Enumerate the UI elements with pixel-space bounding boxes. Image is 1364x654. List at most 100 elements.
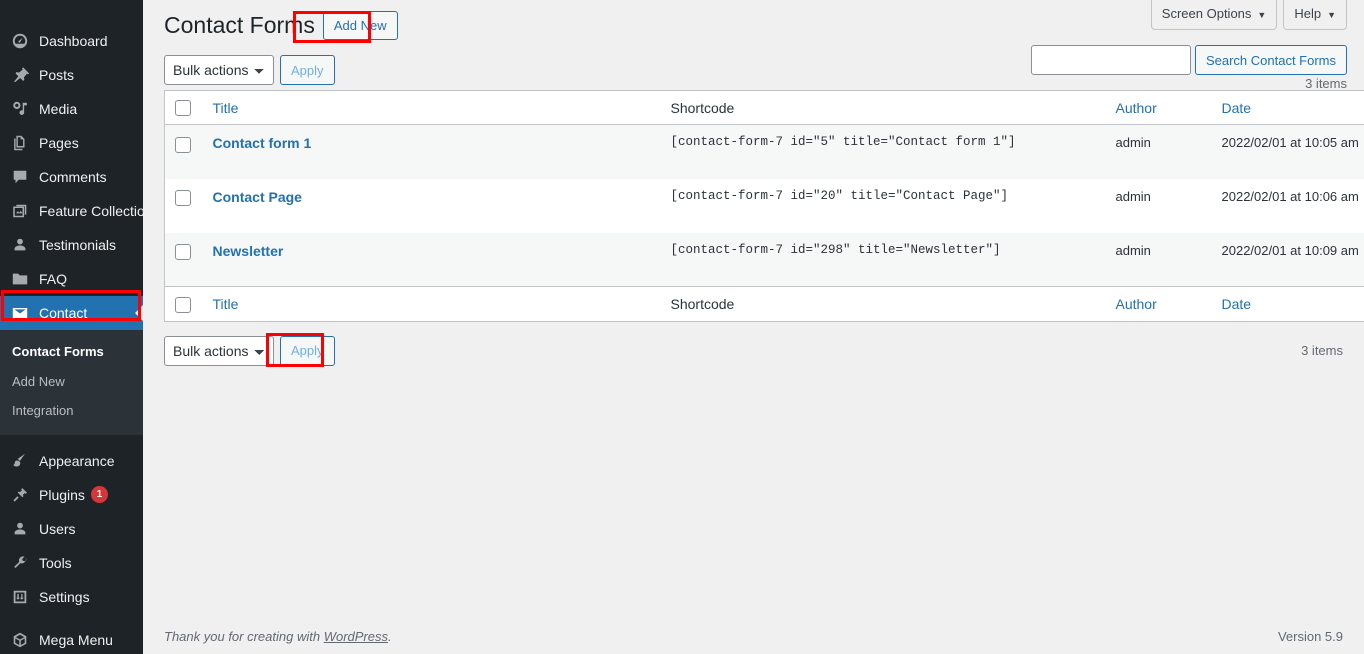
row-select-cell (165, 179, 203, 233)
row-checkbox[interactable] (175, 137, 191, 153)
column-footer-title[interactable]: Title (203, 287, 661, 321)
sidebar-item-faq[interactable]: FAQ (0, 262, 143, 296)
sidebar-item-label: Dashboard (39, 34, 108, 48)
sidebar-menu-bottom: Mega MenuCollapse menu (0, 623, 143, 654)
column-header-date[interactable]: Date (1212, 91, 1364, 125)
cell-shortcode[interactable]: [contact-form-7 id="20" title="Contact P… (661, 179, 1106, 233)
form-title-link[interactable]: Contact Page (213, 189, 302, 205)
sidebar-item-comments[interactable]: Comments (0, 160, 143, 194)
table-header-row: Title Shortcode Author Date (165, 91, 1364, 125)
cell-shortcode[interactable]: [contact-form-7 id="298" title="Newslett… (661, 233, 1106, 287)
screen-options-label: Screen Options (1162, 5, 1252, 23)
sidebar-item-tools[interactable]: Tools (0, 546, 143, 580)
footer-thanks-suffix: . (388, 629, 392, 644)
admin-sidebar: Dashboard Posts Media Pages Comments Feature … (0, 0, 143, 654)
admin-main: Screen Options ▼ Help ▼ Contact Forms Ad… (143, 0, 1364, 654)
table-row: Contact Page [contact-form-7 id="20" titl… (165, 179, 1364, 233)
tablenav-top: Bulk actions Apply (164, 50, 1343, 90)
submenu-item-add-new[interactable]: Add New (0, 367, 143, 397)
sidebar-menu-top: Dashboard Posts Media Pages Comments Feature … (0, 24, 143, 330)
sidebar-item-posts[interactable]: Posts (0, 58, 143, 92)
add-new-button[interactable]: Add New (323, 11, 398, 40)
sidebar-item-label: Mega Menu (39, 633, 113, 647)
form-title-link[interactable]: Newsletter (213, 243, 284, 259)
cell-shortcode[interactable]: [contact-form-7 id="5" title="Contact fo… (661, 125, 1106, 179)
dashboard-icon (10, 31, 30, 51)
sidebar-item-label: Media (39, 102, 77, 116)
sidebar-item-label: Plugins (39, 488, 85, 502)
sidebar-item-mega-menu[interactable]: Mega Menu (0, 623, 143, 654)
sidebar-item-label: FAQ (39, 272, 67, 286)
users-icon (10, 519, 30, 539)
folder-icon (10, 269, 30, 289)
pin-icon (10, 65, 30, 85)
sidebar-item-feature-collection[interactable]: Feature Collection (0, 194, 143, 228)
table-foot: Title Shortcode Author Date (165, 287, 1364, 321)
sidebar-item-testimonials[interactable]: Testimonials (0, 228, 143, 262)
update-count-badge: 1 (91, 486, 108, 503)
column-footer-shortcode: Shortcode (661, 287, 1106, 321)
current-menu-arrow-icon (135, 305, 143, 321)
gallery-icon (10, 201, 30, 221)
row-checkbox[interactable] (175, 190, 191, 206)
cell-date: 2022/02/01 at 10:05 am (1212, 125, 1364, 179)
screen-options-button[interactable]: Screen Options ▼ (1151, 0, 1278, 30)
submenu-item-contact-forms[interactable]: Contact Forms (0, 337, 143, 367)
bulk-actions-select-top[interactable]: Bulk actions (164, 55, 274, 85)
column-header-title[interactable]: Title (203, 91, 661, 125)
row-select-cell (165, 125, 203, 179)
table-body: Contact form 1 [contact-form-7 id="5" tit… (165, 125, 1364, 287)
apply-button-bottom[interactable]: Apply (280, 336, 335, 366)
cell-author: admin (1106, 179, 1212, 233)
cell-date: 2022/02/01 at 10:09 am (1212, 233, 1364, 287)
cell-author: admin (1106, 233, 1212, 287)
select-all-header (165, 91, 203, 125)
footer-version: Version 5.9 (1278, 629, 1343, 644)
sidebar-item-label: Tools (39, 556, 72, 570)
bulk-actions-select-bottom[interactable]: Bulk actions (164, 336, 274, 366)
chevron-down-icon: ▼ (1257, 11, 1266, 20)
column-header-author[interactable]: Author (1106, 91, 1212, 125)
cell-title: Newsletter (203, 233, 661, 287)
cell-date: 2022/02/01 at 10:06 am (1212, 179, 1364, 233)
contact-submenu: Contact FormsAdd NewIntegration (0, 330, 143, 435)
sidebar-item-appearance[interactable]: Appearance (0, 444, 143, 478)
column-footer-author[interactable]: Author (1106, 287, 1212, 321)
submenu-item-integration[interactable]: Integration (0, 396, 143, 426)
sidebar-item-settings[interactable]: Settings (0, 580, 143, 614)
sidebar-item-plugins[interactable]: Plugins 1 (0, 478, 143, 512)
sidebar-item-label: Appearance (39, 454, 115, 468)
table-row: Newsletter [contact-form-7 id="298" title… (165, 233, 1364, 287)
wordpress-link[interactable]: WordPress (324, 629, 388, 644)
sidebar-item-contact[interactable]: Contact (0, 296, 143, 330)
column-header-shortcode: Shortcode (661, 91, 1106, 125)
sidebar-item-pages[interactable]: Pages (0, 126, 143, 160)
sidebar-item-users[interactable]: Users (0, 512, 143, 546)
table-footer-row: Title Shortcode Author Date (165, 287, 1364, 321)
sidebar-item-label: Comments (39, 170, 107, 184)
row-checkbox[interactable] (175, 244, 191, 260)
select-all-footer (165, 287, 203, 321)
sidebar-item-media[interactable]: Media (0, 92, 143, 126)
user-icon (10, 235, 30, 255)
media-icon (10, 99, 30, 119)
comment-icon (10, 167, 30, 187)
sidebar-item-label: Settings (39, 590, 90, 604)
select-all-checkbox-top[interactable] (175, 100, 191, 116)
row-select-cell (165, 233, 203, 287)
content-wrap: Contact Forms Add New Search Contact For… (143, 0, 1364, 371)
items-count-bottom: 3 items (1301, 343, 1343, 358)
sidebar-item-dashboard[interactable]: Dashboard (0, 24, 143, 58)
footer-thanks-prefix: Thank you for creating with (164, 629, 324, 644)
help-label: Help (1294, 5, 1321, 23)
wrench-icon (10, 553, 30, 573)
help-button[interactable]: Help ▼ (1283, 0, 1347, 30)
apply-button-top[interactable]: Apply (280, 55, 335, 85)
chevron-down-icon: ▼ (1327, 11, 1336, 20)
sidebar-item-label: Contact (39, 306, 87, 320)
form-title-link[interactable]: Contact form 1 (213, 135, 312, 151)
contact-forms-table: Title Shortcode Author Date Contact form… (164, 90, 1364, 322)
select-all-checkbox-bottom[interactable] (175, 297, 191, 313)
footer-thankyou: Thank you for creating with WordPress. (164, 629, 392, 644)
column-footer-date[interactable]: Date (1212, 287, 1364, 321)
